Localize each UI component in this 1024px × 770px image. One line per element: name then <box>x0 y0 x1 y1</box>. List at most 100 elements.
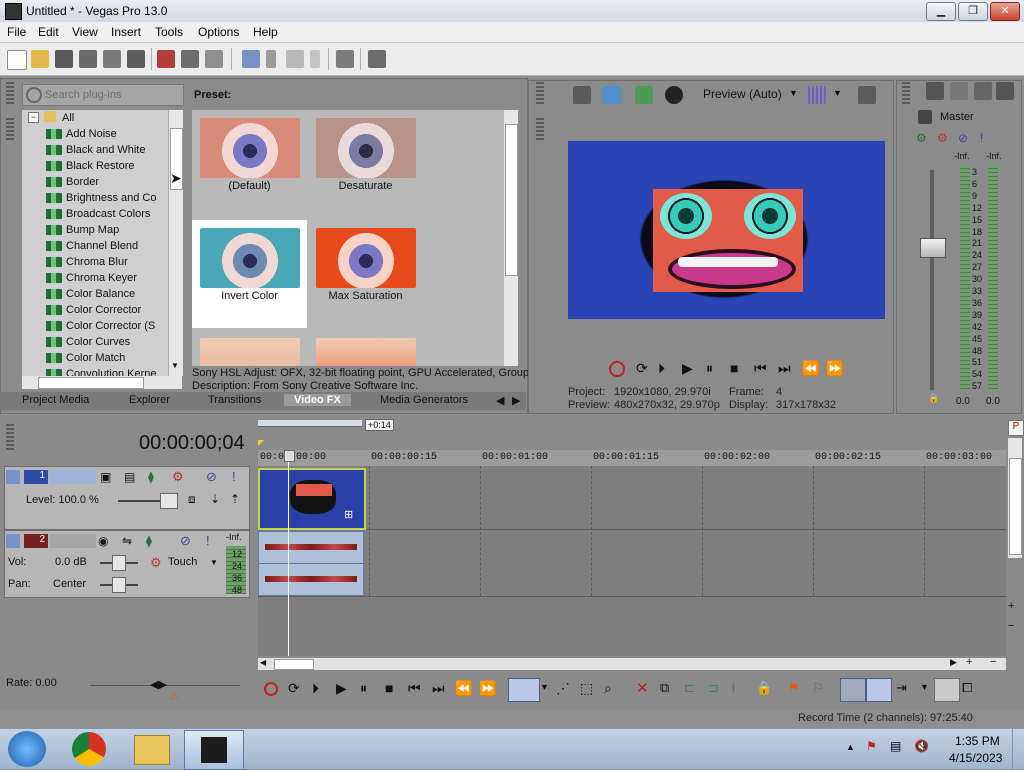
go-to-end-icon[interactable]: ⏭ <box>432 680 445 697</box>
play-from-start-icon[interactable]: ⏵ <box>658 360 665 377</box>
zoom-in-vertical-icon[interactable]: + <box>1008 600 1014 612</box>
level-slider-thumb[interactable] <box>160 493 178 509</box>
undo-dropdown-icon[interactable] <box>266 50 276 68</box>
preset-invert-color[interactable]: Invert Color <box>192 220 307 328</box>
render-as-icon[interactable] <box>103 50 121 68</box>
fx-chain-icon[interactable]: ⚙ <box>916 131 927 145</box>
split-screen-icon[interactable] <box>665 86 683 104</box>
parent-track-icon[interactable]: ▤ <box>124 470 135 484</box>
track-fx-icon[interactable]: ⧫ <box>148 470 154 484</box>
motion-blur-icon[interactable]: ⧈ <box>188 492 196 507</box>
solo-icon[interactable]: ! <box>232 469 236 484</box>
plugin-item[interactable]: Broadcast Colors <box>46 206 150 222</box>
go-to-end-icon[interactable]: ⏭ <box>778 360 791 377</box>
previous-frame-icon[interactable]: ⏪ <box>455 680 472 697</box>
scroll-right-icon[interactable]: ▶ <box>950 657 957 668</box>
audio-event[interactable] <box>258 531 364 596</box>
ripple-edit-icon[interactable]: ⇥ <box>896 680 907 696</box>
plugin-item[interactable]: Color Corrector (S <box>46 318 155 334</box>
zoom-edit-tool-icon[interactable]: ⌕ <box>604 680 612 697</box>
chrome-icon[interactable] <box>72 732 106 766</box>
whats-this-help-icon[interactable] <box>368 50 386 68</box>
preset-partial[interactable] <box>308 330 423 366</box>
lock-event-icon[interactable]: 🔒 <box>756 680 772 696</box>
scroll-down-icon[interactable]: ▼ <box>171 361 179 370</box>
undo-icon[interactable] <box>242 50 260 68</box>
collapse-icon[interactable]: − <box>28 112 39 123</box>
panel-grip[interactable] <box>536 82 544 106</box>
play-icon[interactable]: ▶ <box>682 360 693 377</box>
copy-snapshot-icon[interactable] <box>858 86 876 104</box>
ignore-grouping-icon[interactable]: ⧠ <box>962 680 972 696</box>
envelope-edit-tool-icon[interactable]: ⋰ <box>556 680 570 697</box>
stop-icon[interactable]: ■ <box>730 360 738 376</box>
mute-icon[interactable]: ⊘ <box>206 469 217 485</box>
show-desktop-button[interactable] <box>1012 729 1024 769</box>
mute-icon[interactable]: ⊘ <box>180 533 191 549</box>
next-frame-icon[interactable]: ⏩ <box>479 680 496 697</box>
tab-scroll-right-icon[interactable]: ▶ <box>512 394 520 407</box>
vegas-taskbar-button[interactable] <box>184 730 244 770</box>
preset-scrollbar[interactable] <box>504 110 518 366</box>
next-frame-icon[interactable]: ⏩ <box>826 360 843 377</box>
panel-grip[interactable] <box>902 82 910 106</box>
pan-slider-thumb[interactable] <box>112 577 126 593</box>
volume-muted-icon[interactable]: 🔇 <box>914 739 929 753</box>
lock-icon[interactable]: 🔒 <box>928 393 939 404</box>
clock-time[interactable]: 1:35 PM <box>955 734 1000 748</box>
clock-date[interactable]: 4/15/2023 <box>949 751 1002 765</box>
track-name-field[interactable] <box>50 470 96 484</box>
tab-media-generators[interactable]: Media Generators <box>380 394 468 406</box>
lock-envelopes-icon[interactable] <box>974 82 992 100</box>
preset-partial[interactable] <box>192 330 307 366</box>
tab-scroll-left-icon[interactable]: ◀ <box>496 394 504 407</box>
panel-close-grip[interactable] <box>536 118 544 142</box>
plugin-item[interactable]: Channel Blend <box>46 238 138 254</box>
master-fader-thumb[interactable] <box>920 238 946 258</box>
plugin-item[interactable]: Bump Map <box>46 222 119 238</box>
normal-edit-tool[interactable] <box>508 678 540 702</box>
preset-max-saturation[interactable]: Max Saturation <box>308 220 423 328</box>
track-fx-icon[interactable]: ⧫ <box>146 534 152 548</box>
preset-default[interactable]: (Default) <box>192 110 307 218</box>
plugin-item[interactable]: Color Match <box>46 350 125 366</box>
zoom-out-horizontal-icon[interactable]: − <box>990 656 996 668</box>
scroll-left-icon[interactable]: ◀ <box>260 658 266 667</box>
menu-edit[interactable]: Edit <box>38 25 59 39</box>
overlays-icon[interactable] <box>808 86 826 104</box>
external-monitor-icon[interactable] <box>603 86 621 104</box>
solo-icon[interactable]: ! <box>980 131 983 145</box>
automation-mode[interactable]: Touch <box>168 556 197 568</box>
menu-help[interactable]: Help <box>253 25 278 39</box>
marker-flag[interactable] <box>258 440 264 446</box>
plugin-tree-hscrollbar[interactable] <box>22 376 182 389</box>
down-arrow-icon[interactable]: ⇣ <box>210 492 220 506</box>
insert-region-icon[interactable]: ⚐ <box>812 680 824 696</box>
automation-icon[interactable]: ⚙ <box>150 555 162 571</box>
menu-view[interactable]: View <box>72 25 98 39</box>
brush-icon[interactable] <box>336 50 354 68</box>
menu-insert[interactable]: Insert <box>111 25 141 39</box>
save-icon[interactable] <box>55 50 73 68</box>
scroll-thumb[interactable] <box>274 659 314 670</box>
channel-meters-icon[interactable] <box>996 82 1014 100</box>
plugin-item[interactable]: Chroma Blur <box>46 254 128 270</box>
chevron-down-icon[interactable]: ▼ <box>833 88 842 98</box>
search-plugins-input[interactable]: Search plug-ins <box>22 84 184 106</box>
delete-icon[interactable]: ✕ <box>636 679 649 697</box>
playhead-handle[interactable] <box>284 450 295 462</box>
arm-record-icon[interactable]: ◉ <box>98 534 108 548</box>
record-icon[interactable] <box>264 682 278 696</box>
tab-explorer[interactable]: Explorer <box>129 394 170 406</box>
insert-marker-icon[interactable]: ⚑ <box>788 680 800 696</box>
hscroll-thumb[interactable] <box>38 377 144 389</box>
plugin-item[interactable]: Black and White <box>46 142 145 158</box>
mute-icon[interactable]: ⊘ <box>958 131 968 145</box>
automation-icon[interactable]: ⚙ <box>172 469 184 485</box>
auto-crossfades-button[interactable] <box>866 678 892 702</box>
new-icon[interactable] <box>7 50 27 70</box>
play-icon[interactable]: ▶ <box>336 680 347 697</box>
chevron-down-icon[interactable]: ▼ <box>920 682 929 692</box>
preview-quality-dropdown[interactable]: Preview (Auto) <box>703 87 782 101</box>
play-from-start-icon[interactable]: ⏵ <box>312 680 319 697</box>
